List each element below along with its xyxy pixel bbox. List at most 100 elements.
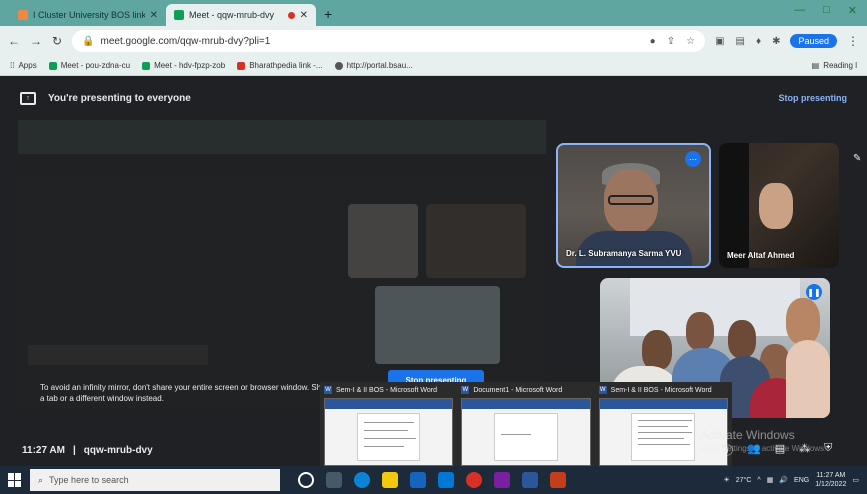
apps-grid-icon: ⁞⁞ (10, 61, 15, 70)
chrome-icon[interactable] (466, 472, 482, 488)
thumb-title: W Sem-I & II BOS - Microsoft Word (598, 386, 728, 394)
text-line (363, 422, 414, 423)
meet-side-controls: ⓘ 👥 ▤ ⁂ ⛨ (722, 442, 832, 458)
thumb-content (461, 398, 591, 466)
reload-icon[interactable]: ↻ (52, 34, 62, 48)
back-arrow-icon[interactable]: ← (8, 34, 20, 48)
word-ribbon (599, 399, 727, 409)
notifications-icon[interactable]: ▭ (852, 476, 859, 484)
extensions-area: ▣ ▤ ♦ ✱ (715, 36, 780, 47)
info-icon[interactable]: ⓘ (722, 442, 733, 458)
person-face (686, 312, 714, 350)
extension-icon[interactable]: ♦ (756, 36, 761, 47)
poster-background (630, 278, 800, 336)
maximize-icon[interactable]: □ (823, 4, 830, 17)
menu-dots-icon[interactable]: ⋮ (847, 34, 859, 48)
glasses-icon (608, 195, 654, 205)
site-favicon-icon (18, 10, 28, 20)
powerpoint-icon[interactable] (550, 472, 566, 488)
people-icon[interactable]: 👥 (747, 442, 761, 458)
bookmark-label: Meet - hdv-fpzp-zob (154, 61, 226, 70)
clock-time: 11:27 AM (816, 472, 846, 479)
separator: | (72, 445, 76, 456)
close-tab-icon[interactable]: ✕ (150, 10, 158, 21)
dark-background (719, 143, 749, 268)
activities-icon[interactable]: ⁂ (799, 442, 810, 458)
word-icon[interactable] (522, 472, 538, 488)
windows-start-icon[interactable] (8, 473, 22, 487)
chevron-up-icon[interactable]: ^ (757, 477, 760, 484)
document-page (631, 413, 696, 461)
bookmark-item[interactable]: Meet - hdv-fpzp-zob (142, 61, 225, 70)
bookmark-item[interactable]: Bharathpedia link -... (237, 61, 323, 70)
participant-tile-meer[interactable]: Meer Altaf Ahmed (719, 143, 839, 268)
word-window-thumb[interactable]: W Document1 - Microsoft Word (461, 386, 591, 466)
participant-name: Dr. L. Subramanya Sarma YVU (566, 249, 682, 258)
url-text: meet.google.com/qqw-mrub-dvy?pli=1 (100, 35, 271, 47)
meeting-time: 11:27 AM (22, 445, 65, 456)
camera-icon[interactable]: ● (650, 36, 656, 47)
windows-taskbar: ⌕ Type here to search ☀ 27°C ^ ▦ 🔊 ENG 1… (0, 466, 867, 494)
mirror-shade (18, 120, 546, 410)
tab-title: Meet - qqw-mrub-dvy (189, 10, 275, 20)
puzzle-icon[interactable]: ✱ (772, 36, 780, 47)
reading-list-label: Reading l (823, 61, 857, 70)
thumb-title-text: Sem-I & II BOS - Microsoft Word (610, 386, 712, 394)
bookmark-label: http://portal.bsau... (346, 61, 413, 70)
language-indicator[interactable]: ENG (794, 477, 809, 484)
task-view-icon[interactable] (326, 472, 342, 488)
network-icon[interactable]: ▦ (767, 476, 774, 484)
mail-icon[interactable] (438, 472, 454, 488)
close-window-icon[interactable]: ✕ (848, 4, 857, 17)
text-line (363, 446, 404, 447)
shield-icon[interactable]: ⛨ (824, 442, 832, 458)
recording-dot-icon (287, 11, 295, 19)
meeting-info: 11:27 AM | qqw-mrub-dvy (22, 445, 153, 456)
meet-favicon-icon (174, 10, 184, 20)
system-tray: ☀ 27°C ^ ▦ 🔊 ENG 11:27 AM 1/12/2022 ▭ (723, 471, 859, 489)
share-icon[interactable]: ⇪ (667, 36, 675, 47)
omnibox-actions: ● ⇪ ☆ (650, 36, 695, 47)
volume-icon[interactable]: 🔊 (779, 476, 788, 484)
star-icon[interactable]: ☆ (686, 36, 695, 47)
url-input[interactable]: 🔒 meet.google.com/qqw-mrub-dvy?pli=1 ● ⇪… (72, 30, 706, 52)
extension-icon[interactable]: ▣ (715, 36, 724, 47)
document-page (494, 413, 558, 461)
participant-tile-subramanya[interactable]: ⋯ Dr. L. Subramanya Sarma YVU (556, 143, 711, 268)
document-page (356, 413, 421, 461)
chat-icon[interactable]: ▤ (775, 442, 785, 458)
bookmark-item[interactable]: http://portal.bsau... (334, 61, 413, 70)
present-screen-icon: ↑ (20, 91, 36, 105)
reading-list-button[interactable]: ▤ Reading l (812, 61, 857, 70)
tab-title: I Cluster University BOS link - chro (33, 10, 145, 20)
word-window-thumb[interactable]: W Sem-I & II BOS - Microsoft Word (324, 386, 454, 466)
text-line (363, 430, 408, 431)
pin-icon[interactable]: ✎ (853, 153, 861, 164)
app-icon[interactable] (494, 472, 510, 488)
weather-icon[interactable]: ☀ (723, 476, 729, 484)
clock[interactable]: 11:27 AM 1/12/2022 (815, 471, 846, 489)
word-window-thumb[interactable]: W Sem-I & II BOS - Microsoft Word (598, 386, 728, 466)
edge-icon[interactable] (354, 472, 370, 488)
minimize-icon[interactable]: — (794, 4, 805, 17)
store-icon[interactable] (410, 472, 426, 488)
thumb-title: W Sem-I & II BOS - Microsoft Word (324, 386, 453, 394)
stop-presenting-link[interactable]: Stop presenting (778, 93, 847, 103)
close-tab-icon[interactable]: ✕ (300, 10, 308, 21)
file-explorer-icon[interactable] (382, 472, 398, 488)
new-tab-button[interactable]: + (316, 6, 340, 26)
bookmark-apps[interactable]: ⁞⁞ Apps (10, 61, 37, 70)
bookmarks-bar: ⁞⁞ Apps Meet - pou-zdna-cu Meet - hdv-fp… (0, 56, 867, 76)
tab-meet[interactable]: Meet - qqw-mrub-dvy ✕ (166, 4, 316, 26)
tab-cluster-university[interactable]: I Cluster University BOS link - chro ✕ (10, 4, 166, 26)
extension-icon[interactable]: ▤ (736, 36, 745, 47)
profile-paused-button[interactable]: Paused (790, 34, 837, 48)
cortana-icon[interactable] (298, 472, 314, 488)
word-icon: W (324, 386, 332, 394)
thumb-title: W Document1 - Microsoft Word (461, 386, 590, 394)
forward-arrow-icon[interactable]: → (30, 34, 42, 48)
bookmark-item[interactable]: Meet - pou-zdna-cu (48, 61, 130, 70)
more-options-icon[interactable]: ⋯ (685, 151, 701, 167)
taskbar-search-input[interactable]: ⌕ Type here to search (30, 469, 280, 491)
text-line (638, 438, 685, 439)
